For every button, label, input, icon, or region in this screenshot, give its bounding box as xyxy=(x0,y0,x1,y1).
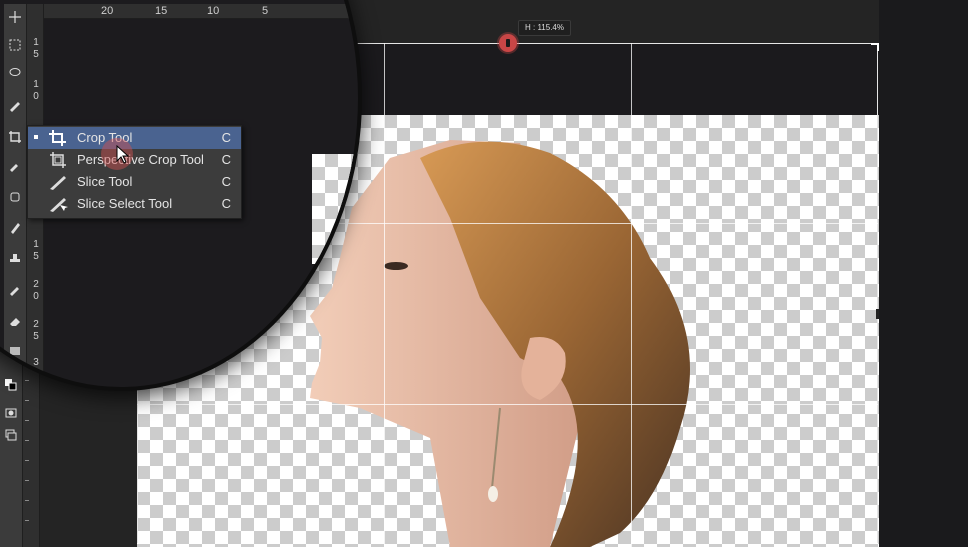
ruler-label: 2 xyxy=(33,279,39,290)
crop-icon xyxy=(49,130,66,146)
menu-item-shortcut: C xyxy=(221,174,231,189)
ruler-label: 2 xyxy=(33,319,39,330)
menu-item-perspective-crop-tool[interactable]: Perspective Crop Tool C xyxy=(28,149,241,171)
healing-tool-icon[interactable] xyxy=(6,188,24,206)
menu-item-label: Slice Tool xyxy=(77,174,133,189)
menu-item-label: Slice Select Tool xyxy=(77,196,173,211)
photoshop-workspace: H : 115.4% 1 5 1 0 1 5 2 0 2 5 3 0 20 15… xyxy=(0,0,968,547)
slice-select-icon xyxy=(50,198,68,212)
ruler-label: 10 xyxy=(207,5,220,17)
magnified-tool-panel xyxy=(4,4,27,387)
quick-mask-icon[interactable] xyxy=(2,404,20,422)
crop-corner-handle[interactable] xyxy=(871,43,879,51)
history-brush-tool-icon[interactable] xyxy=(6,280,24,298)
brush-tool-icon[interactable] xyxy=(6,96,24,114)
ruler-label: 1 xyxy=(33,37,39,48)
horizontal-ruler: 20 15 10 5 xyxy=(44,4,358,19)
menu-item-slice-select-tool[interactable]: Slice Select Tool C xyxy=(28,193,241,215)
menu-item-shortcut: C xyxy=(221,130,231,145)
stamp-tool-icon[interactable] xyxy=(6,250,24,268)
crop-grid-line xyxy=(631,43,632,547)
selected-bullet xyxy=(34,135,38,139)
ruler-label: 15 xyxy=(155,5,168,17)
gradient-tool-icon[interactable] xyxy=(6,342,24,360)
ruler-label: 0 xyxy=(33,291,39,302)
ruler-label: 0 xyxy=(33,91,39,102)
marquee-tool-icon[interactable] xyxy=(6,36,24,54)
ruler-label: 5 xyxy=(33,331,39,342)
crop-tool-icon[interactable] xyxy=(6,128,24,146)
move-tool-icon[interactable] xyxy=(6,8,24,26)
ruler-label: 0 xyxy=(33,369,39,380)
eraser-tool-icon[interactable] xyxy=(6,312,24,330)
ruler-label: 1 xyxy=(33,239,39,250)
ruler-label: 5 xyxy=(262,5,269,17)
ruler-label: 20 xyxy=(101,5,114,17)
crop-grid-line xyxy=(137,404,878,405)
right-pasteboard xyxy=(879,0,968,547)
ruler-label: 3 xyxy=(33,357,39,368)
menu-item-slice-tool[interactable]: Slice Tool C xyxy=(28,171,241,193)
crop-edge-handle[interactable] xyxy=(876,309,879,319)
crop-grid-line xyxy=(384,43,385,547)
crop-top-handle[interactable] xyxy=(499,34,517,52)
crop-tool-flyout-menu: Crop Tool C Perspective Crop Tool C Slic… xyxy=(27,125,242,219)
eyedropper-tool-icon[interactable] xyxy=(6,156,24,174)
transform-readout: H : 115.4% xyxy=(518,20,571,36)
zoom-magnifier: 1 5 1 0 1 5 2 0 2 5 3 0 20 15 10 5 Crop … xyxy=(0,0,362,391)
menu-item-shortcut: C xyxy=(221,196,231,211)
slice-icon xyxy=(50,176,66,190)
pen-tool-icon[interactable] xyxy=(6,218,24,236)
ruler-label: 5 xyxy=(33,251,39,262)
menu-item-crop-tool[interactable]: Crop Tool C xyxy=(28,127,241,149)
ruler-label: 5 xyxy=(33,49,39,60)
menu-item-label: Perspective Crop Tool xyxy=(77,152,204,167)
menu-item-shortcut: C xyxy=(221,152,231,167)
screen-mode-icon[interactable] xyxy=(2,426,20,444)
perspective-crop-icon xyxy=(50,152,66,168)
mouse-cursor-icon xyxy=(116,145,130,164)
magnified-canvas xyxy=(312,154,358,264)
lasso-tool-icon[interactable] xyxy=(6,64,24,82)
ruler-label: 1 xyxy=(33,79,39,90)
